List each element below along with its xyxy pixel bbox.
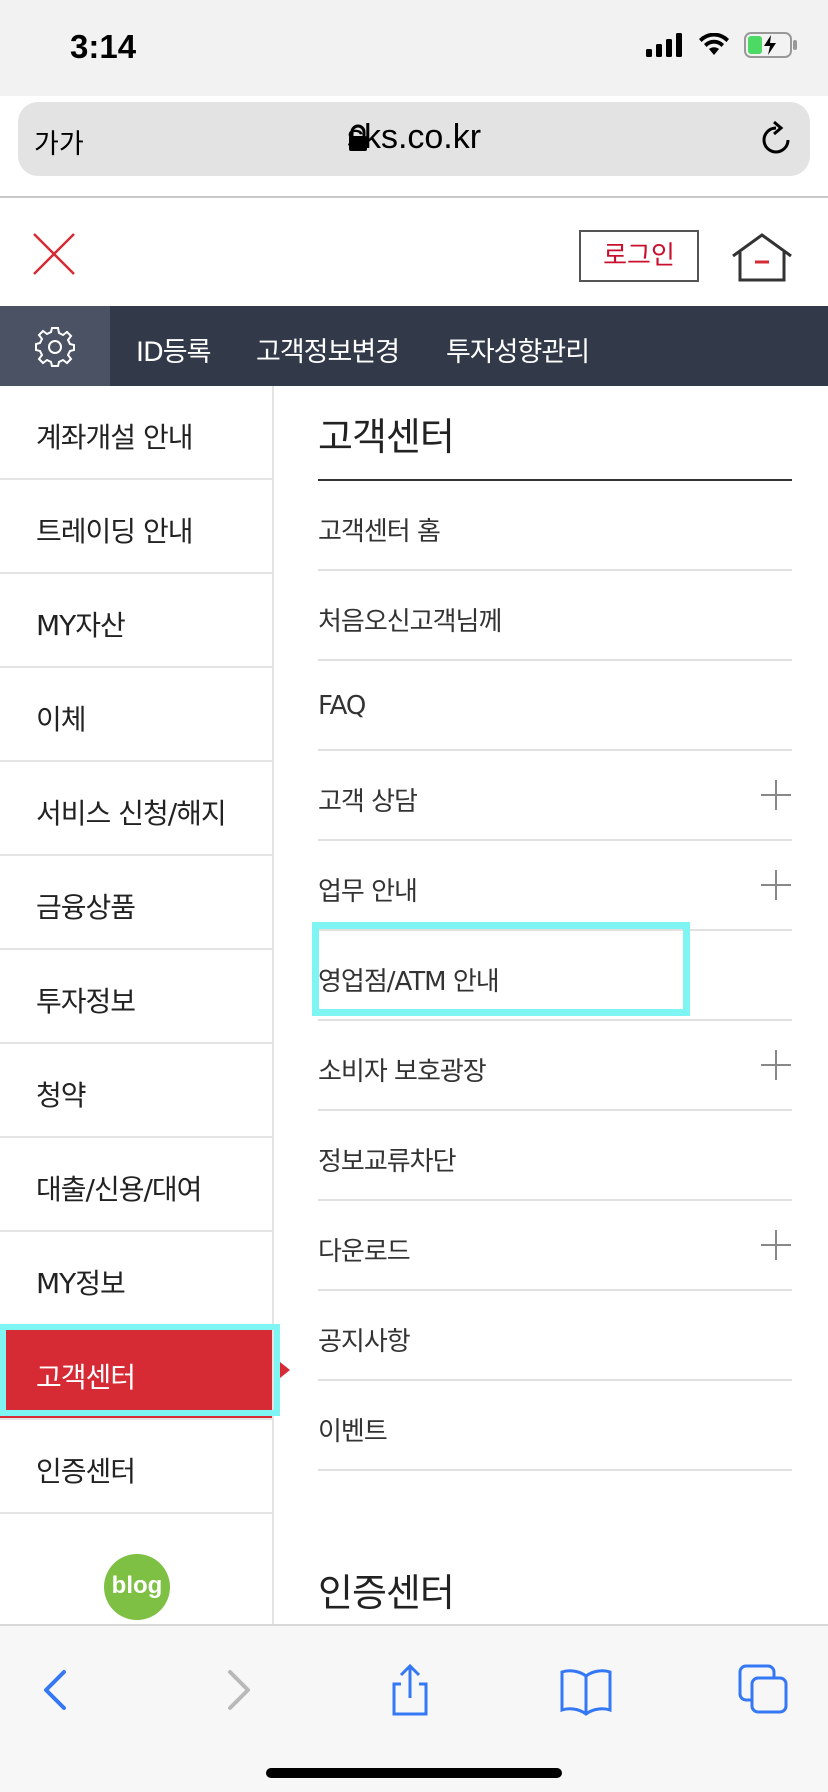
left-menu-label: 서비스 신청/해지 xyxy=(36,797,227,830)
submenu-item[interactable]: 고객 상담 xyxy=(318,751,792,841)
section-title: 고객센터 xyxy=(318,415,455,459)
home-icon[interactable] xyxy=(730,232,794,282)
left-menu-label: MY정보 xyxy=(36,1267,126,1300)
left-menu-item[interactable]: 투자정보 xyxy=(0,950,272,1044)
submenu-item[interactable]: 이벤트 xyxy=(318,1381,792,1471)
left-menu-item[interactable]: 계좌개설 안내 xyxy=(0,386,272,480)
submenu-item[interactable]: 공지사항 xyxy=(318,1291,792,1381)
browser-toolbar xyxy=(0,1624,828,1792)
left-menu-item[interactable]: MY자산 xyxy=(0,574,272,668)
submenu-item-branch-atm[interactable]: 영업점/ATM 안내 xyxy=(318,931,792,1021)
left-menu-label: 고객센터 xyxy=(36,1361,136,1394)
left-menu-item[interactable]: 서비스 신청/해지 xyxy=(0,762,272,856)
expand-plus-icon[interactable] xyxy=(760,869,792,901)
submenu-item[interactable]: 업무 안내 xyxy=(318,841,792,931)
expand-plus-icon[interactable] xyxy=(760,1229,792,1261)
share-icon[interactable] xyxy=(382,1662,438,1718)
left-menu-item[interactable]: 이체 xyxy=(0,668,272,762)
settings-button[interactable] xyxy=(0,306,110,386)
left-menu-label: 계좌개설 안내 xyxy=(36,421,193,454)
left-menu-item-active[interactable]: 고객센터 xyxy=(0,1326,272,1420)
submenu-label: 다운로드 xyxy=(318,1237,411,1267)
address-bar[interactable]: 가가 sks.co.kr xyxy=(18,102,810,176)
submenu-label: 이벤트 xyxy=(318,1417,388,1447)
util-link-customer-info[interactable]: 고객정보변경 xyxy=(256,330,400,369)
status-bar: 3:14 xyxy=(0,0,828,96)
submenu-label: 고객 상담 xyxy=(318,787,418,817)
util-link-id-register[interactable]: ID등록 xyxy=(136,330,211,369)
utility-nav: ID등록 고객정보변경 투자성향관리 xyxy=(0,306,828,386)
left-menu-label: 이체 xyxy=(36,703,87,736)
left-menu-item[interactable]: 청약 xyxy=(0,1044,272,1138)
submenu-label: 정보교류차단 xyxy=(318,1147,457,1177)
gear-icon xyxy=(35,327,75,367)
submenu-label: 고객센터 홈 xyxy=(318,517,441,547)
battery-icon xyxy=(744,32,797,58)
submenu-label: 소비자 보호광장 xyxy=(318,1057,487,1087)
submenu-label: 업무 안내 xyxy=(318,877,418,907)
login-button[interactable]: 로그인 xyxy=(579,230,699,282)
submenu-item[interactable]: 정보교류차단 xyxy=(318,1111,792,1201)
expand-plus-icon[interactable] xyxy=(760,1049,792,1081)
left-menu-item[interactable]: 트레이딩 안내 xyxy=(0,480,272,574)
left-menu-label: MY자산 xyxy=(36,609,126,642)
submenu-label: 영업점/ATM 안내 xyxy=(318,967,500,997)
next-section-title: 인증센터 xyxy=(318,1571,455,1615)
submenu-item[interactable]: 다운로드 xyxy=(318,1201,792,1291)
url-text[interactable]: sks.co.kr xyxy=(18,118,810,157)
submenu-item[interactable]: 소비자 보호광장 xyxy=(318,1021,792,1111)
site-header: 로그인 xyxy=(0,198,828,306)
left-menu-label: 투자정보 xyxy=(36,985,136,1018)
active-indicator-arrow xyxy=(280,1362,290,1378)
left-menu-item[interactable]: 대출/신용/대여 xyxy=(0,1138,272,1232)
status-time: 3:14 xyxy=(70,28,137,65)
wifi-icon xyxy=(699,33,729,55)
left-menu-item[interactable]: MY정보 xyxy=(0,1232,272,1326)
back-icon[interactable] xyxy=(30,1662,86,1718)
cellular-signal-icon xyxy=(646,33,682,57)
submenu-label: 처음오신고객님께 xyxy=(318,607,502,637)
status-icons xyxy=(646,32,798,58)
left-menu: 계좌개설 안내 트레이딩 안내 MY자산 이체 서비스 신청/해지 금융상품 투… xyxy=(0,386,274,1624)
close-icon[interactable] xyxy=(30,230,78,278)
bookmarks-icon[interactable] xyxy=(558,1662,614,1718)
reload-icon[interactable] xyxy=(758,120,794,158)
submenu-item[interactable]: 처음오신고객님께 xyxy=(318,571,792,661)
left-menu-item[interactable]: 인증센터 xyxy=(0,1420,272,1514)
util-link-investment-profile[interactable]: 투자성향관리 xyxy=(446,330,590,369)
submenu-item[interactable]: FAQ xyxy=(318,661,792,751)
expand-plus-icon[interactable] xyxy=(760,779,792,811)
left-menu-label: 청약 xyxy=(36,1079,87,1112)
submenu-item[interactable]: 고객센터 홈 xyxy=(318,481,792,571)
left-menu-item[interactable]: 금융상품 xyxy=(0,856,272,950)
submenu-label: 공지사항 xyxy=(318,1327,411,1357)
left-menu-label: 인증센터 xyxy=(36,1455,136,1488)
forward-icon[interactable] xyxy=(208,1662,264,1718)
left-menu-label: 대출/신용/대여 xyxy=(36,1173,202,1206)
home-indicator xyxy=(266,1768,562,1778)
left-menu-label: 트레이딩 안내 xyxy=(36,515,193,548)
submenu-label: FAQ xyxy=(318,691,366,721)
tabs-icon[interactable] xyxy=(736,1662,792,1718)
blog-button[interactable]: blog xyxy=(104,1554,170,1620)
left-menu-label: 금융상품 xyxy=(36,891,136,924)
